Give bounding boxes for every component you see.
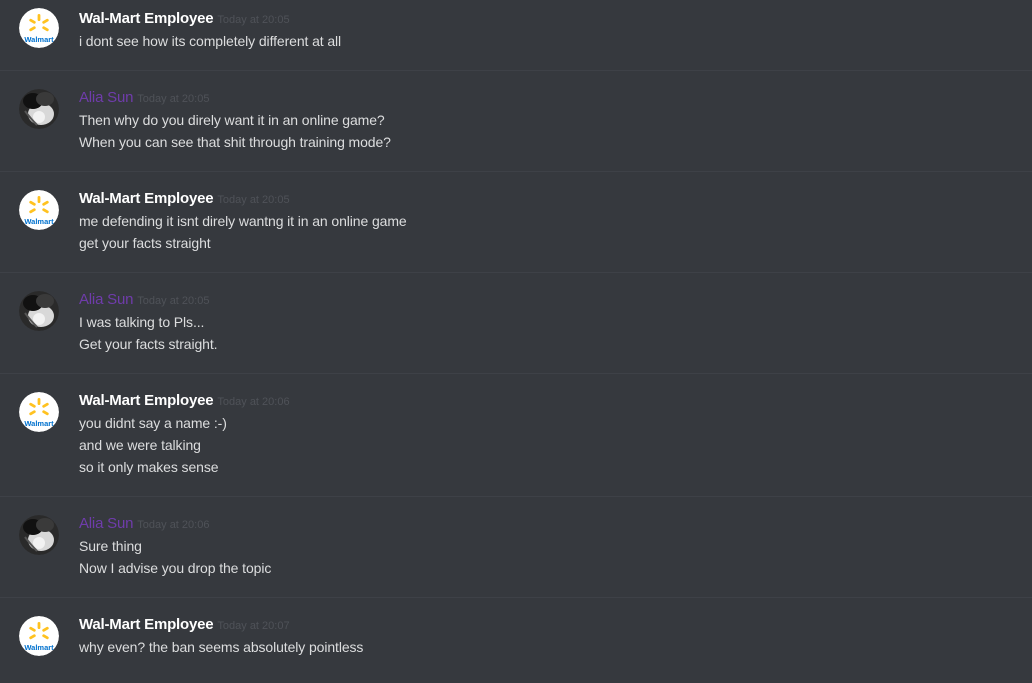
message-text: i dont see how its completely different …	[79, 33, 342, 49]
message-group: Alia Sun Today at 20:06 Sure thing Now I …	[0, 497, 1032, 598]
username[interactable]: Alia Sun	[79, 89, 133, 106]
walmart-avatar[interactable]: Walmart	[19, 616, 59, 656]
user-photo-icon	[19, 89, 59, 129]
message-header: Wal-Mart Employee Today at 20:05	[79, 10, 290, 30]
timestamp: Today at 20:06	[137, 519, 210, 531]
walmart-logo-icon: Walmart	[19, 190, 59, 230]
username[interactable]: Alia Sun	[79, 291, 133, 308]
message-header: Wal-Mart Employee Today at 20:05	[79, 190, 290, 210]
username[interactable]: Wal-Mart Employee	[79, 190, 214, 207]
timestamp: Today at 20:06	[217, 396, 290, 408]
message-group: Alia Sun Today at 20:05 I was talking to …	[0, 273, 1032, 374]
message-text: Then why do you direly want it in an onl…	[79, 112, 385, 128]
message-text: and we were talking	[79, 437, 201, 453]
message-group: Walmart Wal-Mart Employee Today at 20:06 …	[0, 374, 1032, 497]
message-text: When you can see that shit through train…	[79, 134, 391, 150]
message-text: so it only makes sense	[79, 459, 219, 475]
message-header: Alia Sun Today at 20:05	[79, 291, 209, 311]
message-text: I was talking to Pls...	[79, 314, 205, 330]
timestamp: Today at 20:05	[137, 93, 210, 105]
walmart-logo-icon: Walmart	[19, 616, 59, 656]
message-text: Get your facts straight.	[79, 336, 218, 352]
walmart-avatar[interactable]: Walmart	[19, 8, 59, 48]
username[interactable]: Alia Sun	[79, 515, 133, 532]
message-group: Walmart Wal-Mart Employee Today at 20:07 …	[0, 598, 1032, 683]
message-text: Now I advise you drop the topic	[79, 560, 272, 576]
alia-sun-avatar[interactable]	[19, 291, 59, 331]
chat-messages: Walmart Wal-Mart Employee Today at 20:05 …	[0, 0, 1032, 683]
message-header: Wal-Mart Employee Today at 20:06	[79, 392, 290, 412]
username[interactable]: Wal-Mart Employee	[79, 10, 214, 27]
message-text: Sure thing	[79, 538, 142, 554]
message-text: you didnt say a name :-)	[79, 415, 227, 431]
walmart-logo-icon: Walmart	[19, 8, 59, 48]
message-group: Walmart Wal-Mart Employee Today at 20:05 …	[0, 0, 1032, 71]
user-photo-icon	[19, 291, 59, 331]
message-header: Alia Sun Today at 20:05	[79, 89, 209, 109]
username[interactable]: Wal-Mart Employee	[79, 392, 214, 409]
message-text: me defending it isnt direly wantng it in…	[79, 213, 407, 229]
walmart-logo-text: Walmart	[24, 643, 54, 652]
alia-sun-avatar[interactable]	[19, 515, 59, 555]
timestamp: Today at 20:05	[217, 14, 290, 26]
user-photo-icon	[19, 515, 59, 555]
message-header: Alia Sun Today at 20:06	[79, 515, 209, 535]
alia-sun-avatar[interactable]	[19, 89, 59, 129]
timestamp: Today at 20:05	[137, 295, 210, 307]
walmart-logo-text: Walmart	[24, 217, 54, 226]
walmart-logo-icon: Walmart	[19, 392, 59, 432]
timestamp: Today at 20:07	[217, 620, 290, 632]
message-group: Alia Sun Today at 20:05 Then why do you d…	[0, 71, 1032, 172]
walmart-logo-text: Walmart	[24, 419, 54, 428]
walmart-logo-text: Walmart	[24, 35, 54, 44]
message-group: Walmart Wal-Mart Employee Today at 20:05 …	[0, 172, 1032, 273]
message-text: why even? the ban seems absolutely point…	[79, 639, 364, 655]
username[interactable]: Wal-Mart Employee	[79, 616, 214, 633]
walmart-avatar[interactable]: Walmart	[19, 190, 59, 230]
message-header: Wal-Mart Employee Today at 20:07	[79, 616, 290, 636]
message-text: get your facts straight	[79, 235, 211, 251]
timestamp: Today at 20:05	[217, 194, 290, 206]
walmart-avatar[interactable]: Walmart	[19, 392, 59, 432]
